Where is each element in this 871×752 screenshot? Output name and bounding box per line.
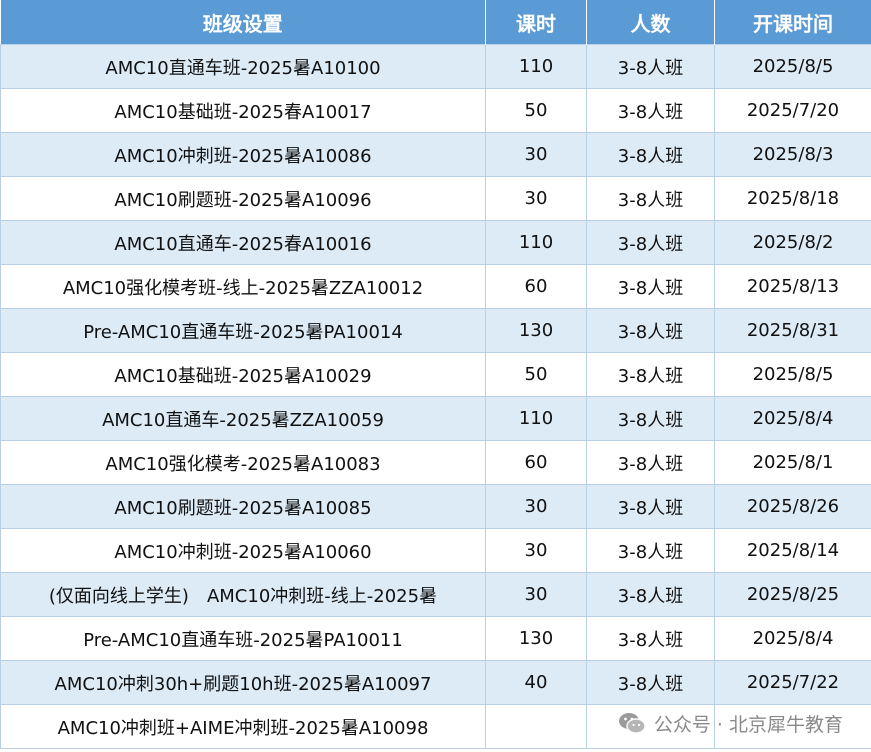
cell-class-size: 3-8人班: [586, 660, 715, 705]
header-start-date: 开课时间: [714, 0, 871, 45]
cell-hours: 50: [485, 88, 587, 133]
cell-class-name: AMC10冲刺班-2025暑A10060: [0, 528, 486, 573]
cell-start-date: 2025/8/31: [714, 308, 871, 353]
cell-class-size: 3-8人班: [586, 308, 715, 353]
watermark-text: 公众号 · 北京犀牛教育: [653, 713, 843, 736]
table-row: AMC10刷题班-2025暑A10085 30 3-8人班 2025/8/26: [0, 484, 871, 529]
cell-class-size: 3-8人班: [586, 44, 715, 89]
table-row: AMC10强化模考-2025暑A10083 60 3-8人班 2025/8/1: [0, 440, 871, 485]
cell-start-date: 2025/8/1: [714, 440, 871, 485]
cell-hours: 110: [485, 396, 587, 441]
cell-class-size: 3-8人班: [586, 132, 715, 177]
cell-hours: 30: [485, 528, 587, 573]
header-row: 班级设置 课时 人数 开课时间: [0, 0, 871, 45]
cell-class-size: 3-8人班: [586, 440, 715, 485]
cell-class-name: AMC10基础班-2025暑A10029: [0, 352, 486, 397]
cell-start-date: 2025/8/13: [714, 264, 871, 309]
table-row: Pre-AMC10直通车班-2025暑PA10014 130 3-8人班 2025/8…: [0, 308, 871, 353]
cell-start-date: 2025/8/4: [714, 616, 871, 661]
cell-start-date: 2025/7/22: [714, 660, 871, 705]
cell-hours: [485, 704, 587, 749]
cell-class-name: Pre-AMC10直通车班-2025暑PA10011: [0, 616, 486, 661]
cell-start-date: 2025/8/14: [714, 528, 871, 573]
cell-hours: 30: [485, 176, 587, 221]
cell-class-name: AMC10直通车班-2025暑A10100: [0, 44, 486, 89]
cell-class-name: (仅面向线上学生) AMC10冲刺班-线上-2025暑: [0, 572, 486, 617]
cell-hours: 110: [485, 44, 587, 89]
cell-class-size: 3-8人班: [586, 264, 715, 309]
table-row: AMC10冲刺30h+刷题10h班-2025暑A10097 40 3-8人班 2025…: [0, 660, 871, 705]
cell-class-size: 3-8人班: [586, 220, 715, 265]
cell-hours: 110: [485, 220, 587, 265]
cell-start-date: 2025/8/3: [714, 132, 871, 177]
course-table: 班级设置 课时 人数 开课时间 AMC10直通车班-2025暑A10100 110…: [0, 0, 871, 749]
cell-class-size: 3-8人班: [586, 528, 715, 573]
cell-class-size: 3-8人班: [586, 352, 715, 397]
cell-start-date: 2025/8/26: [714, 484, 871, 529]
wechat-icon: [618, 713, 646, 734]
cell-class-name: AMC10刷题班-2025暑A10096: [0, 176, 486, 221]
table-row: AMC10冲刺班-2025暑A10086 30 3-8人班 2025/8/3: [0, 132, 871, 177]
cell-start-date: 2025/8/4: [714, 396, 871, 441]
cell-class-name: AMC10刷题班-2025暑A10085: [0, 484, 486, 529]
cell-hours: 60: [485, 264, 587, 309]
cell-class-name: AMC10基础班-2025春A10017: [0, 88, 486, 133]
cell-class-name: AMC10冲刺班+AIME冲刺班-2025暑A10098: [0, 704, 486, 749]
table-row: Pre-AMC10直通车班-2025暑PA10011 130 3-8人班 2025/8…: [0, 616, 871, 661]
cell-start-date: 2025/8/5: [714, 352, 871, 397]
table-row: AMC10基础班-2025暑A10029 50 3-8人班 2025/8/5: [0, 352, 871, 397]
cell-class-size: 3-8人班: [586, 88, 715, 133]
cell-hours: 30: [485, 572, 587, 617]
table-row: AMC10冲刺班-2025暑A10060 30 3-8人班 2025/8/14: [0, 528, 871, 573]
table-row: AMC10刷题班-2025暑A10096 30 3-8人班 2025/8/18: [0, 176, 871, 221]
watermark: 公众号 · 北京犀牛教育: [537, 702, 871, 744]
header-class-size: 人数: [586, 0, 715, 45]
cell-hours: 40: [485, 660, 587, 705]
cell-hours: 50: [485, 352, 587, 397]
cell-class-size: 3-8人班: [586, 572, 715, 617]
cell-hours: 130: [485, 616, 587, 661]
cell-class-name: AMC10直通车-2025暑ZZA10059: [0, 396, 486, 441]
cell-class-size: 3-8人班: [586, 396, 715, 441]
cell-start-date: 2025/7/20: [714, 88, 871, 133]
cell-class-name: AMC10冲刺班-2025暑A10086: [0, 132, 486, 177]
cell-class-size: 3-8人班: [586, 484, 715, 529]
cell-hours: 130: [485, 308, 587, 353]
cell-start-date: 2025/8/25: [714, 572, 871, 617]
table-row: (仅面向线上学生) AMC10冲刺班-线上-2025暑 30 3-8人班 2025/8…: [0, 572, 871, 617]
table-row: AMC10直通车-2025春A10016 110 3-8人班 2025/8/2: [0, 220, 871, 265]
cell-class-name: AMC10强化模考-2025暑A10083: [0, 440, 486, 485]
header-hours: 课时: [485, 0, 587, 45]
table-row: AMC10基础班-2025春A10017 50 3-8人班 2025/7/20: [0, 88, 871, 133]
cell-hours: 30: [485, 132, 587, 177]
table-row: AMC10强化模考班-线上-2025暑ZZA10012 60 3-8人班 2025/8…: [0, 264, 871, 309]
cell-class-name: Pre-AMC10直通车班-2025暑PA10014: [0, 308, 486, 353]
cell-class-name: AMC10冲刺30h+刷题10h班-2025暑A10097: [0, 660, 486, 705]
cell-class-size: 3-8人班: [586, 176, 715, 221]
table-row: AMC10直通车班-2025暑A10100 110 3-8人班 2025/8/5: [0, 44, 871, 89]
cell-hours: 60: [485, 440, 587, 485]
cell-hours: 30: [485, 484, 587, 529]
header-class-name: 班级设置: [0, 0, 486, 45]
table-row: AMC10直通车-2025暑ZZA10059 110 3-8人班 2025/8/4: [0, 396, 871, 441]
cell-start-date: 2025/8/18: [714, 176, 871, 221]
cell-class-name: AMC10强化模考班-线上-2025暑ZZA10012: [0, 264, 486, 309]
cell-class-size: 3-8人班: [586, 616, 715, 661]
cell-start-date: 2025/8/2: [714, 220, 871, 265]
cell-start-date: 2025/8/5: [714, 44, 871, 89]
cell-class-name: AMC10直通车-2025春A10016: [0, 220, 486, 265]
